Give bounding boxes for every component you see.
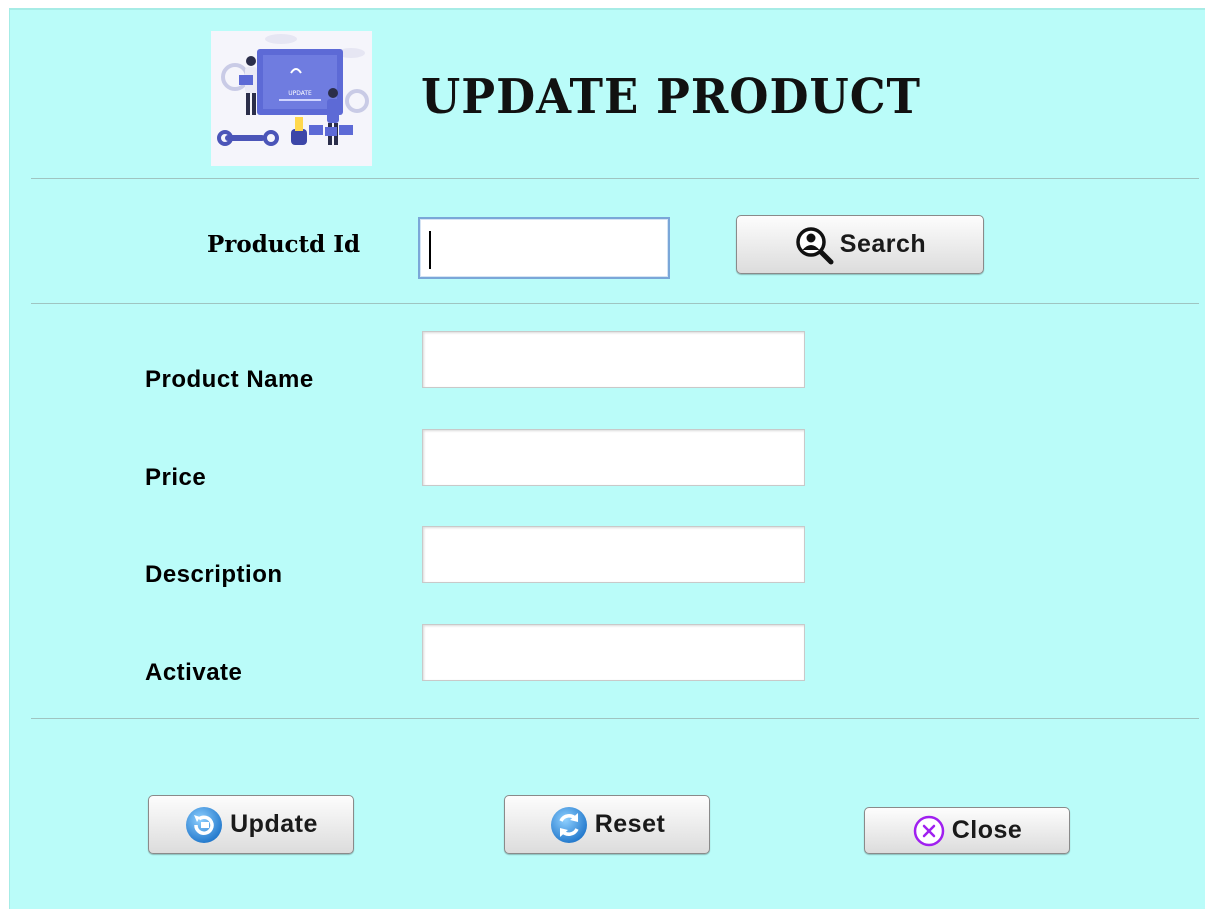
product-id-input[interactable] xyxy=(418,217,670,279)
logo-caption: UPDATE xyxy=(288,90,312,97)
separator-top xyxy=(31,178,1199,179)
close-button-label: Close xyxy=(951,816,1023,844)
form-window: UPDATE UPDATE PRODUCT Productd Id Search… xyxy=(9,8,1205,909)
page-title: UPDATE PRODUCT xyxy=(421,68,922,125)
reset-button-label: Reset xyxy=(594,810,666,838)
update-button[interactable]: Update xyxy=(148,795,354,854)
search-button-label: Search xyxy=(839,230,927,258)
update-button-label: Update xyxy=(230,810,318,838)
description-label: Description xyxy=(145,561,283,588)
product-id-label: Productd Id xyxy=(207,231,361,258)
product-name-label: Product Name xyxy=(145,366,314,393)
product-name-input[interactable] xyxy=(422,331,805,388)
close-button[interactable]: Close xyxy=(864,807,1070,854)
price-input[interactable] xyxy=(422,429,805,486)
activate-input[interactable] xyxy=(422,624,805,681)
reset-button[interactable]: Reset xyxy=(504,795,710,854)
close-circle-icon xyxy=(912,814,946,848)
search-button[interactable]: Search xyxy=(736,215,984,274)
update-illustration-logo: UPDATE xyxy=(211,31,372,166)
text-caret xyxy=(429,231,431,269)
separator-middle xyxy=(31,303,1199,304)
refresh-icon xyxy=(549,805,589,845)
separator-bottom xyxy=(31,718,1199,719)
description-input[interactable] xyxy=(422,526,805,583)
activate-label: Activate xyxy=(145,659,243,686)
search-person-icon xyxy=(794,225,834,265)
update-icon xyxy=(184,805,224,845)
logo-illustration: UPDATE xyxy=(211,31,372,166)
price-label: Price xyxy=(145,464,207,491)
